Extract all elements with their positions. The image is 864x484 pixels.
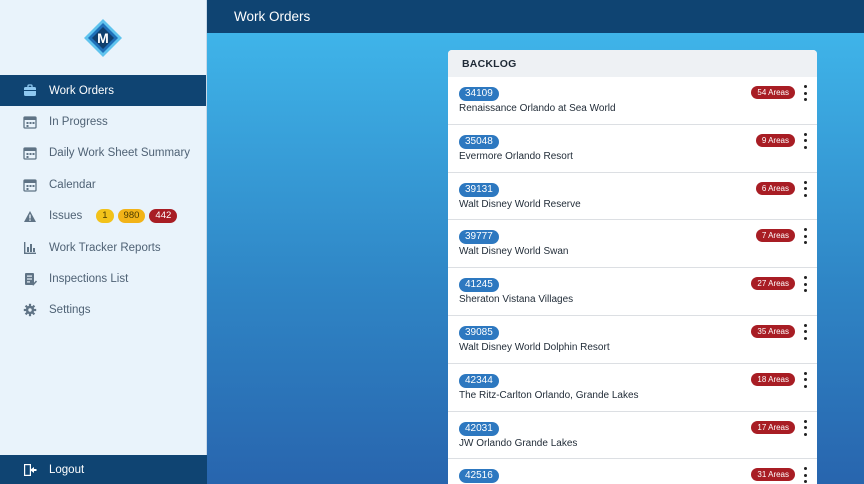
sidebar-item-inspections-list[interactable]: Inspections List xyxy=(0,263,206,294)
work-order-id-badge[interactable]: 39777 xyxy=(459,230,499,245)
main-content: BACKLOG 34109 Renaissance Orlando at Sea … xyxy=(207,33,864,484)
work-order-row[interactable]: 41245 Sheraton Vistana Villages 27 Areas xyxy=(448,268,817,316)
areas-count-badge: 7 Areas xyxy=(755,229,795,243)
sidebar-item-label: Issues xyxy=(49,210,83,223)
areas-count-badge: 31 Areas xyxy=(751,468,795,482)
backlog-header: BACKLOG xyxy=(448,50,817,77)
work-order-id-badge[interactable]: 34109 xyxy=(459,87,499,101)
more-options-icon[interactable] xyxy=(801,371,809,388)
work-order-name: Evermore Orlando Resort xyxy=(459,150,573,162)
bar-chart-icon xyxy=(22,240,38,256)
areas-count-badge: 17 Areas xyxy=(751,420,795,434)
areas-count-badge: 9 Areas xyxy=(755,133,795,147)
sidebar-item-label: Settings xyxy=(49,304,91,317)
logout-button[interactable]: Logout xyxy=(0,455,207,484)
sidebar-item-label: Work Orders xyxy=(49,84,114,97)
work-order-row[interactable]: 42344 The Ritz-Carlton Orlando, Grande La… xyxy=(448,364,817,412)
work-order-id-badge[interactable]: 41245 xyxy=(459,278,499,293)
work-order-row[interactable]: 35048 Evermore Orlando Resort 9 Areas xyxy=(448,125,817,173)
work-order-id-badge[interactable]: 39085 xyxy=(459,325,499,340)
more-options-icon[interactable] xyxy=(801,180,809,197)
svg-text:M: M xyxy=(97,30,109,46)
gear-icon xyxy=(22,302,38,318)
more-options-icon[interactable] xyxy=(801,323,809,340)
top-bar: Work Orders xyxy=(207,0,864,33)
more-options-icon[interactable] xyxy=(801,85,809,101)
more-options-icon[interactable] xyxy=(801,419,809,436)
sidebar-item-daily-work-sheet-summary[interactable]: Daily Work Sheet Summary xyxy=(0,138,206,169)
calendar-icon xyxy=(22,145,38,161)
work-order-row[interactable]: 42516 31 Areas xyxy=(448,459,817,484)
sidebar-item-label: Work Tracker Reports xyxy=(49,241,161,254)
sidebar-item-work-orders[interactable]: Work Orders xyxy=(0,75,206,107)
checklist-icon xyxy=(22,271,38,287)
calendar-icon xyxy=(22,177,38,193)
work-order-name: Renaissance Orlando at Sea World xyxy=(459,103,616,114)
logo-area: M xyxy=(0,0,206,75)
work-order-id-badge[interactable]: 42344 xyxy=(459,373,499,388)
sidebar-item-calendar[interactable]: Calendar xyxy=(0,169,206,200)
app-logo[interactable]: M xyxy=(83,18,123,58)
backlog-panel: BACKLOG 34109 Renaissance Orlando at Sea … xyxy=(448,50,817,484)
work-order-row[interactable]: 39777 Walt Disney World Swan 7 Areas xyxy=(448,220,817,269)
warning-icon xyxy=(22,208,38,224)
work-order-row[interactable]: 39131 Walt Disney World Reserve 6 Areas xyxy=(448,173,817,221)
work-order-id-badge[interactable]: 39131 xyxy=(459,182,499,197)
sidebar-item-label: Inspections List xyxy=(49,273,129,286)
more-options-icon[interactable] xyxy=(801,467,809,484)
calendar-icon xyxy=(22,114,38,130)
sidebar-item-work-tracker-reports[interactable]: Work Tracker Reports xyxy=(0,232,206,263)
areas-count-badge: 18 Areas xyxy=(751,372,795,386)
work-order-name: The Ritz-Carlton Orlando, Grande Lakes xyxy=(459,389,639,401)
areas-count-badge: 6 Areas xyxy=(755,181,795,195)
areas-count-badge: 27 Areas xyxy=(751,277,795,291)
briefcase-icon xyxy=(22,83,38,99)
sidebar-item-settings[interactable]: Settings xyxy=(0,295,206,326)
work-order-id-badge[interactable]: 42516 xyxy=(459,469,499,484)
work-order-row[interactable]: 42031 JW Orlando Grande Lakes 17 Areas xyxy=(448,412,817,460)
more-options-icon[interactable] xyxy=(801,276,809,293)
work-order-name: Walt Disney World Swan xyxy=(459,246,569,258)
work-order-name: JW Orlando Grande Lakes xyxy=(459,437,578,449)
sidebar-item-label: In Progress xyxy=(49,116,108,129)
more-options-icon[interactable] xyxy=(801,132,809,149)
areas-count-badge: 54 Areas xyxy=(751,86,795,99)
work-order-name: Walt Disney World Reserve xyxy=(459,198,581,210)
logout-label: Logout xyxy=(49,463,85,476)
more-options-icon[interactable] xyxy=(801,228,809,245)
sidebar: M Work Orders In Progress Daily Work She… xyxy=(0,0,207,484)
logout-icon xyxy=(22,462,38,478)
backlog-list: 34109 Renaissance Orlando at Sea World 54 … xyxy=(448,77,817,484)
sidebar-item-issues[interactable]: Issues 1 980 442 xyxy=(0,201,206,232)
issue-count-badge-red: 442 xyxy=(149,209,178,224)
sidebar-item-in-progress[interactable]: In Progress xyxy=(0,106,206,137)
page-title: Work Orders xyxy=(234,9,311,24)
issue-badges: 1 980 442 xyxy=(96,209,178,224)
sidebar-nav: Work Orders In Progress Daily Work Sheet… xyxy=(0,75,206,326)
issue-count-badge-orange: 980 xyxy=(117,209,146,224)
work-order-row[interactable]: 34109 Renaissance Orlando at Sea World 54 … xyxy=(448,77,817,125)
work-order-id-badge[interactable]: 42031 xyxy=(459,421,499,436)
issue-count-badge-yellow: 1 xyxy=(96,209,114,224)
areas-count-badge: 35 Areas xyxy=(751,324,795,338)
sidebar-item-label: Daily Work Sheet Summary xyxy=(49,147,191,160)
work-order-id-badge[interactable]: 35048 xyxy=(459,134,499,149)
work-order-name: Walt Disney World Dolphin Resort xyxy=(459,341,610,353)
sidebar-item-label: Calendar xyxy=(49,178,96,191)
work-order-name: Sheraton Vistana Villages xyxy=(459,294,574,306)
work-order-row[interactable]: 39085 Walt Disney World Dolphin Resort 35 … xyxy=(448,316,817,364)
